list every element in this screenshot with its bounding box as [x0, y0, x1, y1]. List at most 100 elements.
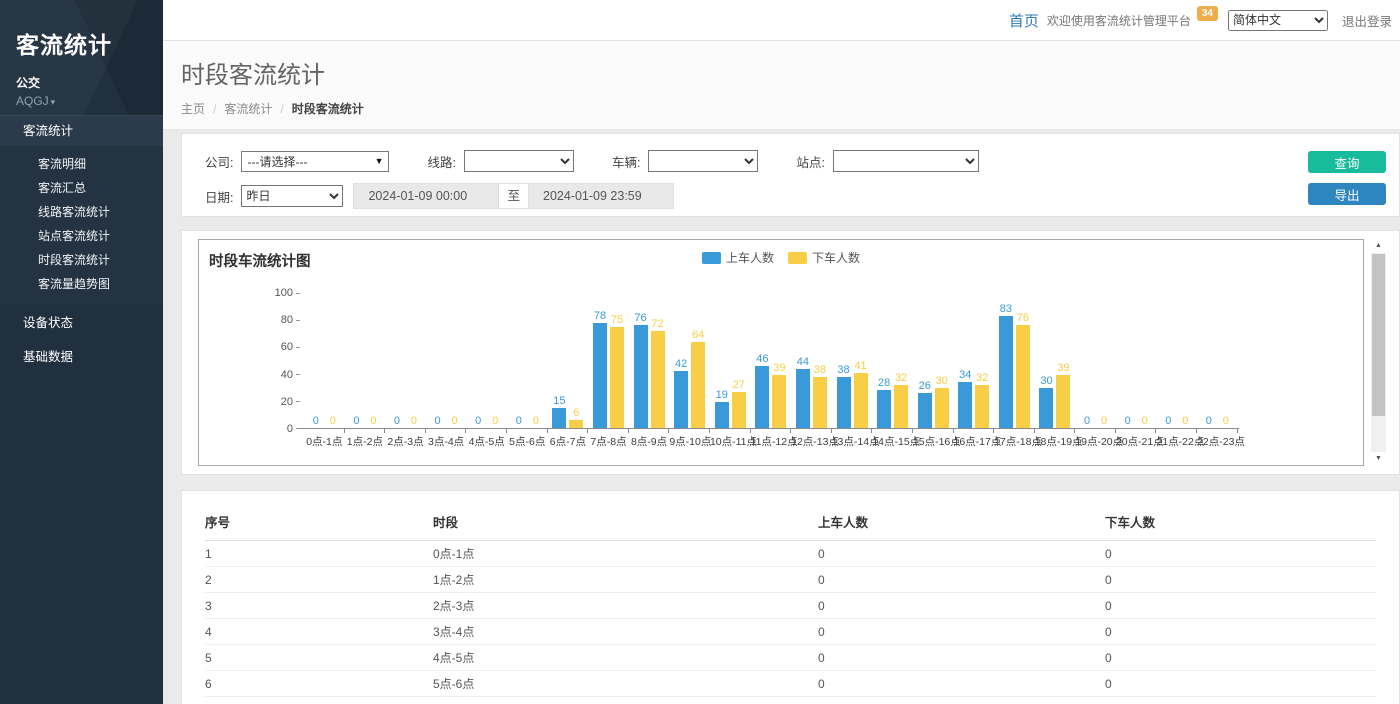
- sidebar-item-passenger-stats-group[interactable]: 客流统计: [0, 115, 163, 146]
- bar-column: 38: [813, 364, 827, 428]
- bar-column: 0: [1219, 415, 1233, 428]
- bar-pair: 4264: [669, 293, 710, 428]
- x-axis-label: 16点-17点: [954, 434, 995, 449]
- bar-column: 0: [448, 415, 462, 428]
- line-select[interactable]: [464, 150, 574, 172]
- table-cell: 0: [1105, 645, 1376, 671]
- home-link[interactable]: 首页: [1009, 10, 1039, 31]
- bar-column: 0: [309, 415, 323, 428]
- bar-value-label: 0: [394, 415, 400, 427]
- date-preset-select[interactable]: 昨日: [241, 185, 343, 207]
- bar-value-label: 0: [370, 415, 376, 427]
- chart-bar-group: 303918点-19点: [1035, 293, 1076, 449]
- date-label: 日期:: [205, 187, 233, 206]
- bar: [610, 327, 624, 428]
- bar-value-label: 28: [878, 377, 890, 389]
- bar-column: 0: [1202, 415, 1216, 428]
- company-select-value: ---请选择---: [247, 153, 307, 170]
- org-switcher[interactable]: AQGJ▾: [16, 94, 163, 108]
- company-label: 公司:: [205, 152, 233, 171]
- bar-value-label: 76: [1017, 312, 1029, 324]
- table-cell: 0: [818, 541, 1105, 567]
- company-select[interactable]: ---请选择--- ▼: [241, 151, 389, 172]
- bar-value-label: 0: [1125, 415, 1131, 427]
- bar-column: 38: [837, 364, 851, 428]
- sidebar-subitem[interactable]: 线路客流统计: [0, 200, 163, 224]
- sidebar-subitem[interactable]: 客流汇总: [0, 176, 163, 200]
- time-period-table: 序号时段上车人数下车人数 10点-1点0021点-2点0032点-3点0043点…: [205, 503, 1376, 704]
- bar-value-label: 30: [1040, 375, 1052, 387]
- chart-bar-group: 0022点-23点: [1197, 293, 1238, 449]
- x-axis-label: 13点-14点: [832, 434, 873, 449]
- breadcrumb-item[interactable]: 客流统计: [224, 100, 272, 117]
- welcome-text: 欢迎使用客流统计管理平台: [1047, 12, 1191, 29]
- bar-value-label: 15: [553, 395, 565, 407]
- bar-pair: 00: [304, 293, 345, 428]
- scroll-down-icon[interactable]: ▼: [1371, 452, 1386, 466]
- table-row: 32点-3点00: [205, 593, 1376, 619]
- legend-item[interactable]: 下车人数: [788, 249, 860, 266]
- bar-column: 0: [1161, 415, 1175, 428]
- scroll-up-icon[interactable]: ▲: [1371, 239, 1386, 253]
- x-axis-label: 11点-12点: [751, 434, 792, 449]
- legend-label: 下车人数: [812, 249, 860, 266]
- export-button[interactable]: 导出: [1308, 183, 1386, 205]
- query-button[interactable]: 查询: [1308, 151, 1386, 173]
- y-axis-tick-label: 100: [275, 287, 293, 299]
- chart-plot: 000点-1点001点-2点002点-3点003点-4点004点-5点005点-…: [304, 293, 1239, 449]
- bar-column: 78: [593, 310, 607, 428]
- chart-bar-group: 837617点-18点: [994, 293, 1035, 449]
- bar-column: 0: [1097, 415, 1111, 428]
- chart-bar-group: 3841 13点-14点: [832, 293, 873, 449]
- date-start-input[interactable]: 2024-01-09 00:00: [353, 183, 499, 209]
- scrollbar-thumb[interactable]: [1372, 254, 1385, 416]
- y-axis-tick-label: 20: [281, 396, 293, 408]
- sidebar-subitem[interactable]: 时段客流统计: [0, 248, 163, 272]
- bar-value-label: 38: [814, 364, 826, 376]
- sidebar-item[interactable]: 基础数据: [0, 342, 163, 372]
- logout-link[interactable]: 退出登录: [1342, 11, 1392, 30]
- vehicle-select[interactable]: [648, 150, 758, 172]
- bar-column: 0: [326, 415, 340, 428]
- bar-column: 30: [1039, 375, 1053, 429]
- x-axis-label: 3点-4点: [426, 434, 467, 449]
- y-axis-tick-mark: [296, 374, 300, 375]
- bar-column: 41: [854, 360, 868, 428]
- chart-bar-group: 0020点-21点: [1116, 293, 1157, 449]
- bar-column: 64: [691, 329, 705, 428]
- station-select[interactable]: [833, 150, 979, 172]
- table-cell: 6: [205, 671, 433, 697]
- sidebar: 客流统计 公交 AQGJ▾ 客流统计 客流明细客流汇总线路客流统计站点客流统计时…: [0, 0, 163, 704]
- bar: [732, 392, 746, 428]
- bar-value-label: 0: [330, 415, 336, 427]
- chart-panel: 时段车流统计图 上车人数下车人数 100806040200 000点-1点001…: [181, 230, 1400, 475]
- x-axis-label: 18点-19点: [1035, 434, 1076, 449]
- bar-pair: 4639: [751, 293, 792, 428]
- y-axis-tick-label: 40: [281, 369, 293, 381]
- scrollbar-track[interactable]: [1371, 253, 1386, 452]
- language-select[interactable]: 简体中文: [1228, 10, 1328, 31]
- sidebar-subitem[interactable]: 客流明细: [0, 152, 163, 176]
- sidebar-item[interactable]: 设备状态: [0, 308, 163, 338]
- chart-bar-group: 005点-6点: [507, 293, 548, 449]
- bar: [837, 377, 851, 428]
- vehicle-label: 车辆:: [612, 152, 640, 171]
- y-axis-tick-mark: [296, 401, 300, 402]
- table-row: 76点-7点156: [205, 697, 1376, 704]
- sidebar-subitem[interactable]: 客流量趋势图: [0, 272, 163, 296]
- chevron-down-icon: ▾: [51, 97, 56, 107]
- bar-value-label: 0: [1223, 415, 1229, 427]
- bar-column: 28: [877, 377, 891, 428]
- breadcrumb-item[interactable]: 主页: [181, 100, 205, 117]
- bar: [877, 390, 891, 428]
- table-cell: 1: [205, 541, 433, 567]
- date-end-input[interactable]: 2024-01-09 23:59: [528, 183, 674, 209]
- table-row: 10点-1点00: [205, 541, 1376, 567]
- table-panel: 序号时段上车人数下车人数 10点-1点0021点-2点0032点-3点0043点…: [181, 490, 1400, 704]
- sidebar-subitem[interactable]: 站点客流统计: [0, 224, 163, 248]
- bar-pair: 1927: [710, 293, 751, 428]
- table-column-header: 时段: [433, 503, 818, 541]
- notification-badge[interactable]: 34: [1197, 6, 1218, 21]
- bar-value-label: 0: [1084, 415, 1090, 427]
- legend-item[interactable]: 上车人数: [702, 249, 774, 266]
